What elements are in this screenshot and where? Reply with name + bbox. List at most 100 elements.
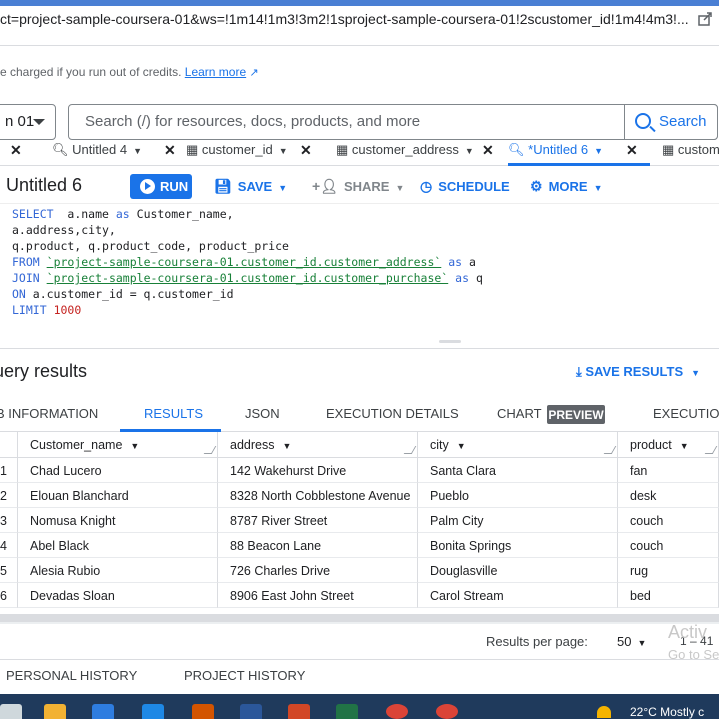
tab-custom[interactable]: ▦ custom <box>662 140 719 166</box>
table-cell[interactable]: Pueblo <box>418 483 618 508</box>
tab-results[interactable]: RESULTS <box>144 406 203 421</box>
table-cell[interactable]: bed <box>618 583 719 608</box>
close-icon[interactable]: ✕ <box>626 142 638 159</box>
chevron-down-icon: ▼ <box>278 183 288 193</box>
gear-icon: ⚙︎ <box>530 178 543 194</box>
column-header-label: city <box>430 438 449 452</box>
schedule-button[interactable]: ◷ SCHEDULE <box>420 178 510 195</box>
activation-watermark: Activ <box>668 622 708 642</box>
results-per-page-select[interactable]: 50 ▼ <box>617 634 646 649</box>
save-button[interactable]: 💾︎ SAVE ▼ <box>214 178 287 195</box>
resize-grip-icon[interactable] <box>704 446 718 454</box>
word-icon[interactable] <box>240 704 262 719</box>
tab-customer-address[interactable]: ▦ customer_address ▼ <box>336 140 474 166</box>
more-button[interactable]: ⚙︎ MORE ▼ <box>530 178 602 195</box>
table-cell[interactable]: 8787 River Street <box>218 508 418 533</box>
table-cell[interactable]: Chad Lucero <box>18 458 218 483</box>
tab-execution-graph[interactable]: EXECUTION <box>653 406 719 421</box>
run-button[interactable]: RUN <box>130 174 192 199</box>
store-icon[interactable] <box>92 704 114 719</box>
close-icon[interactable]: ✕ <box>10 142 22 159</box>
table-cell[interactable]: Palm City <box>418 508 618 533</box>
project-label: n 01 <box>5 113 35 130</box>
credits-notice: e charged if you run out of credits. Lea… <box>0 65 259 79</box>
table-cell[interactable]: 88 Beacon Lane <box>218 533 418 558</box>
search-button-label: Search <box>659 113 707 130</box>
sort-icon[interactable]: ▼ <box>130 441 139 451</box>
table-cell[interactable]: 142 Wakehurst Drive <box>218 458 418 483</box>
table-cell[interactable]: 726 Charles Drive <box>218 558 418 583</box>
search-button[interactable]: Search <box>624 104 718 140</box>
tab-customer-id[interactable]: ▦ customer_id ▼ <box>186 140 288 166</box>
table-cell[interactable]: Douglasville <box>418 558 618 583</box>
taskview-icon[interactable] <box>0 704 22 719</box>
powerpoint-icon[interactable] <box>288 704 310 719</box>
table-cell[interactable]: Alesia Rubio <box>18 558 218 583</box>
resize-grip-icon[interactable] <box>203 446 217 454</box>
column-header-label: address <box>230 438 275 452</box>
tab-chart[interactable]: CHART <box>497 406 542 421</box>
resize-grip-icon[interactable] <box>403 446 417 454</box>
share-icon[interactable] <box>697 11 715 29</box>
sort-icon[interactable]: ▼ <box>282 441 291 451</box>
sql-editor[interactable]: SELECT a.name as Customer_name, a.addres… <box>0 203 719 348</box>
table-cell[interactable]: 8906 East John Street <box>218 583 418 608</box>
column-header[interactable]: city ▼ <box>418 432 618 458</box>
tab-job-information[interactable]: B INFORMATION <box>0 406 98 421</box>
credits-text: e charged if you run out of credits. <box>0 65 182 79</box>
table-cell[interactable]: Abel Black <box>18 533 218 558</box>
table-cell[interactable]: Carol Stream <box>418 583 618 608</box>
code-line-3: q.product, q.product_code, product_price <box>12 239 289 253</box>
table-cell[interactable]: fan <box>618 458 719 483</box>
file-explorer-icon[interactable] <box>44 704 66 719</box>
excel-icon[interactable] <box>336 704 358 719</box>
table-cell[interactable]: couch <box>618 508 719 533</box>
table-cell[interactable]: rug <box>618 558 719 583</box>
row-number: 6 <box>0 583 18 608</box>
table-cell[interactable]: 8328 North Cobblestone Avenue <box>218 483 418 508</box>
resize-handle[interactable] <box>439 340 461 343</box>
table-cell[interactable]: Elouan Blanchard <box>18 483 218 508</box>
sort-icon[interactable]: ▼ <box>680 441 689 451</box>
row-number: 3 <box>0 508 18 533</box>
clock-icon: ◷ <box>420 178 433 194</box>
chevron-down-icon: ▼ <box>637 638 647 648</box>
app-icon[interactable] <box>192 704 214 719</box>
download-icon: ⤓ <box>576 364 582 379</box>
tab-untitled-4[interactable]: 🔍︎ Untitled 4 ▼ <box>52 140 142 166</box>
tab-personal-history[interactable]: PERSONAL HISTORY <box>6 668 137 683</box>
table-icon: ▦ <box>336 142 349 157</box>
horizontal-scrollbar[interactable] <box>0 614 719 622</box>
table-cell[interactable]: desk <box>618 483 719 508</box>
tab-execution-details[interactable]: EXECUTION DETAILS <box>326 406 459 421</box>
table-cell[interactable]: couch <box>618 533 719 558</box>
query-icon: 🔍︎ <box>52 142 69 157</box>
table-cell[interactable]: Santa Clara <box>418 458 618 483</box>
save-results-button[interactable]: ⤓ SAVE RESULTS ▼ <box>576 364 700 380</box>
resize-grip-icon[interactable] <box>603 446 617 454</box>
project-selector[interactable]: n 01 <box>0 104 56 140</box>
chevron-down-icon <box>33 119 45 125</box>
table-cell[interactable]: Nomusa Knight <box>18 508 218 533</box>
learn-more-link[interactable]: Learn more <box>185 65 246 79</box>
search-input[interactable]: Search (/) for resources, docs, products… <box>68 104 718 140</box>
tab-json[interactable]: JSON <box>245 406 280 421</box>
table-cell[interactable]: Bonita Springs <box>418 533 618 558</box>
tab-project-history[interactable]: PROJECT HISTORY <box>184 668 305 683</box>
weather-icon <box>597 706 611 718</box>
code-line-2: a.address,city, <box>12 223 116 237</box>
column-header[interactable]: product ▼ <box>618 432 719 458</box>
close-icon[interactable]: ✕ <box>482 142 494 159</box>
mail-icon[interactable] <box>142 704 164 719</box>
column-header[interactable]: Customer_name ▼ <box>18 432 218 458</box>
url-text[interactable]: ct=project-sample-coursera-01&ws=!1m14!1… <box>0 11 690 27</box>
sort-icon[interactable]: ▼ <box>457 441 466 451</box>
chevron-down-icon: ▼ <box>594 146 604 156</box>
chrome-active-icon[interactable] <box>436 704 458 719</box>
close-icon[interactable]: ✕ <box>164 142 176 159</box>
column-header[interactable]: address ▼ <box>218 432 418 458</box>
table-cell[interactable]: Devadas Sloan <box>18 583 218 608</box>
chrome-icon[interactable] <box>386 704 408 719</box>
close-icon[interactable]: ✕ <box>300 142 312 159</box>
share-button[interactable]: +👤︎ SHARE ▼ <box>312 178 404 195</box>
